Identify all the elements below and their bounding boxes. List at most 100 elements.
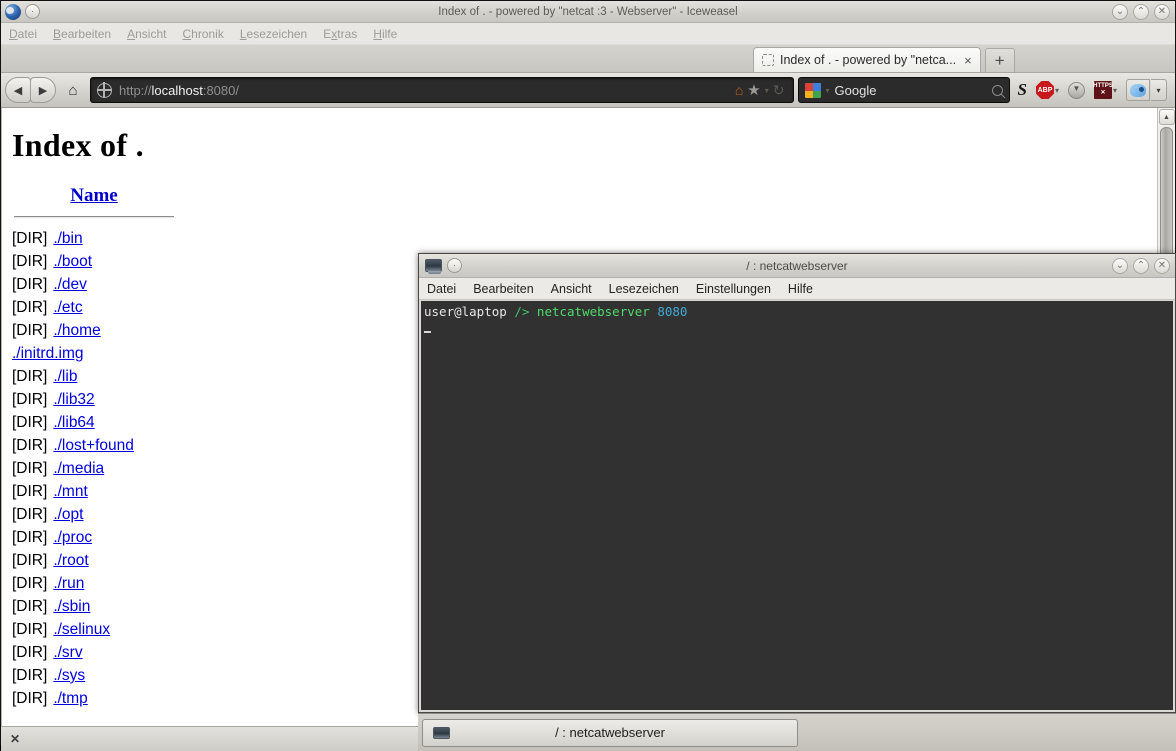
file-link[interactable]: ./root	[53, 552, 88, 570]
abp-chevron-down-icon[interactable]: ▾	[1055, 86, 1059, 95]
terminal-menu-lesezeichen[interactable]: Lesezeichen	[609, 282, 679, 296]
tab-index-of[interactable]: Index of . - powered by "netca... ×	[753, 47, 981, 72]
home-button[interactable]: ⌂	[60, 77, 86, 103]
terminal-menubar: Datei Bearbeiten Ansicht Lesezeichen Ein…	[419, 278, 1175, 300]
new-tab-button[interactable]: +	[985, 48, 1015, 72]
desktop: · Index of . - powered by "netcat :3 - W…	[0, 0, 1176, 751]
file-link[interactable]: ./sys	[53, 667, 85, 685]
url-text: http://localhost:8080/	[119, 83, 239, 98]
terminal-menu-datei[interactable]: Datei	[427, 282, 456, 296]
titlebar-left-controls: ·	[1, 4, 40, 20]
window-menu-button[interactable]: ·	[25, 4, 40, 19]
terminal-menu-hilfe[interactable]: Hilfe	[788, 282, 813, 296]
dir-tag: [DIR]	[12, 460, 47, 478]
terminal-menu-bearbeiten[interactable]: Bearbeiten	[473, 282, 533, 296]
file-link[interactable]: ./sbin	[53, 598, 90, 616]
downthemall-icon[interactable]	[1068, 82, 1085, 99]
file-link[interactable]: ./boot	[53, 253, 92, 271]
browser-tabstrip: Index of . - powered by "netca... × +	[1, 45, 1175, 73]
dir-tag: [DIR]	[12, 230, 47, 248]
menu-bearbeiten[interactable]: Bearbeiten	[53, 27, 111, 41]
file-link[interactable]: ./etc	[53, 299, 82, 317]
menu-ansicht[interactable]: Ansicht	[127, 27, 166, 41]
url-bar-icons: ⌂ ★ ▾ ↻	[735, 81, 787, 99]
taskbar-item-netcatwebserver[interactable]: / : netcatwebserver	[422, 719, 798, 747]
url-bar[interactable]: http://localhost:8080/ ⌂ ★ ▾ ↻	[90, 77, 794, 103]
search-icon[interactable]	[989, 82, 1005, 98]
terminal-titlebar: · / : netcatwebserver ⌄ ⌃ ✕	[419, 254, 1175, 278]
prompt-path: />	[514, 304, 529, 319]
header-divider	[14, 216, 174, 218]
file-link[interactable]: ./selinux	[53, 621, 110, 639]
file-link[interactable]: ./lib32	[53, 391, 94, 409]
terminal-cursor	[424, 331, 431, 333]
back-button[interactable]: ◀	[5, 77, 31, 103]
file-link[interactable]: ./lib	[53, 368, 77, 386]
terminal-minimize-icon[interactable]: ⌄	[1112, 258, 1128, 274]
dir-tag: [DIR]	[12, 276, 47, 294]
search-bar[interactable]: ▾ Google	[798, 77, 1010, 103]
https-chevron-down-icon[interactable]: ▾	[1113, 86, 1117, 95]
file-link[interactable]: ./media	[53, 460, 104, 478]
terminal-command-argument: 8080	[657, 304, 687, 319]
dir-tag: [DIR]	[12, 644, 47, 662]
file-link[interactable]: ./lib64	[53, 414, 94, 432]
maximize-icon[interactable]: ⌃	[1133, 4, 1149, 20]
terminal-menu-einstellungen[interactable]: Einstellungen	[696, 282, 771, 296]
browser-titlebar: · Index of . - powered by "netcat :3 - W…	[1, 1, 1175, 23]
https-label: HTTPS	[1093, 83, 1113, 90]
site-identity-globe-icon	[97, 83, 112, 98]
page-title: Index of .	[12, 127, 1157, 164]
search-engine-chevron-down-icon[interactable]: ▾	[826, 86, 830, 95]
file-link[interactable]: ./home	[53, 322, 100, 340]
search-input[interactable]: Google	[835, 83, 987, 98]
file-link[interactable]: ./bin	[53, 230, 82, 248]
file-link[interactable]: ./run	[53, 575, 84, 593]
file-link[interactable]: ./lost+found	[53, 437, 134, 455]
terminal-menu-ansicht[interactable]: Ansicht	[551, 282, 592, 296]
terminal-window-title: / : netcatwebserver	[419, 259, 1175, 273]
home-page-icon[interactable]: ⌂	[735, 82, 743, 98]
file-link[interactable]: ./srv	[53, 644, 82, 662]
scriptish-icon[interactable]: S	[1018, 80, 1027, 100]
dir-tag: [DIR]	[12, 667, 47, 685]
extension-toolbar: S ABP ▾ HTTPS ✕ ▾ ▾	[1014, 79, 1172, 101]
find-bar-close-icon[interactable]: ✕	[10, 732, 20, 747]
flashblock-icon[interactable]: ▾	[1126, 79, 1167, 101]
close-icon[interactable]: ✕	[1154, 4, 1170, 20]
dir-tag: [DIR]	[12, 253, 47, 271]
menu-extras[interactable]: Extras	[323, 27, 357, 41]
bookmark-star-icon[interactable]: ★	[747, 81, 760, 99]
https-everywhere-icon[interactable]: HTTPS ✕ ▾	[1094, 81, 1117, 99]
menu-chronik[interactable]: Chronik	[182, 27, 223, 41]
file-link[interactable]: ./opt	[53, 506, 83, 524]
menu-datei[interactable]: Datei	[9, 27, 37, 41]
scroll-up-icon[interactable]: ▲	[1159, 109, 1175, 125]
dir-tag: [DIR]	[12, 368, 47, 386]
terminal-command: netcatwebserver	[537, 304, 650, 319]
terminal-cursor-line	[424, 319, 1173, 334]
minimize-icon[interactable]: ⌄	[1112, 4, 1128, 20]
terminal-maximize-icon[interactable]: ⌃	[1133, 258, 1149, 274]
forward-button[interactable]: ▶	[30, 77, 56, 103]
flashblock-chevron-down-icon[interactable]: ▾	[1151, 79, 1167, 101]
chevron-down-icon[interactable]: ▾	[765, 86, 769, 95]
terminal-close-icon[interactable]: ✕	[1154, 258, 1170, 274]
menu-lesezeichen[interactable]: Lesezeichen	[240, 27, 307, 41]
file-link[interactable]: ./mnt	[53, 483, 87, 501]
dir-tag: [DIR]	[12, 322, 47, 340]
file-link[interactable]: ./proc	[53, 529, 92, 547]
tab-close-icon[interactable]: ×	[962, 53, 972, 68]
terminal-output[interactable]: user@laptop /> netcatwebserver 8080	[421, 301, 1173, 710]
dir-tag: [DIR]	[12, 414, 47, 432]
reload-icon[interactable]: ↻	[773, 82, 785, 99]
dir-tag: [DIR]	[12, 690, 47, 708]
dir-tag: [DIR]	[12, 552, 47, 570]
file-link[interactable]: ./initrd.img	[12, 345, 84, 363]
file-link[interactable]: ./dev	[53, 276, 87, 294]
google-icon	[805, 83, 821, 98]
menu-hilfe[interactable]: Hilfe	[373, 27, 397, 41]
file-link[interactable]: ./tmp	[53, 690, 87, 708]
sort-by-name-link[interactable]: Name	[70, 185, 117, 206]
adblock-plus-icon[interactable]: ABP ▾	[1036, 81, 1059, 99]
